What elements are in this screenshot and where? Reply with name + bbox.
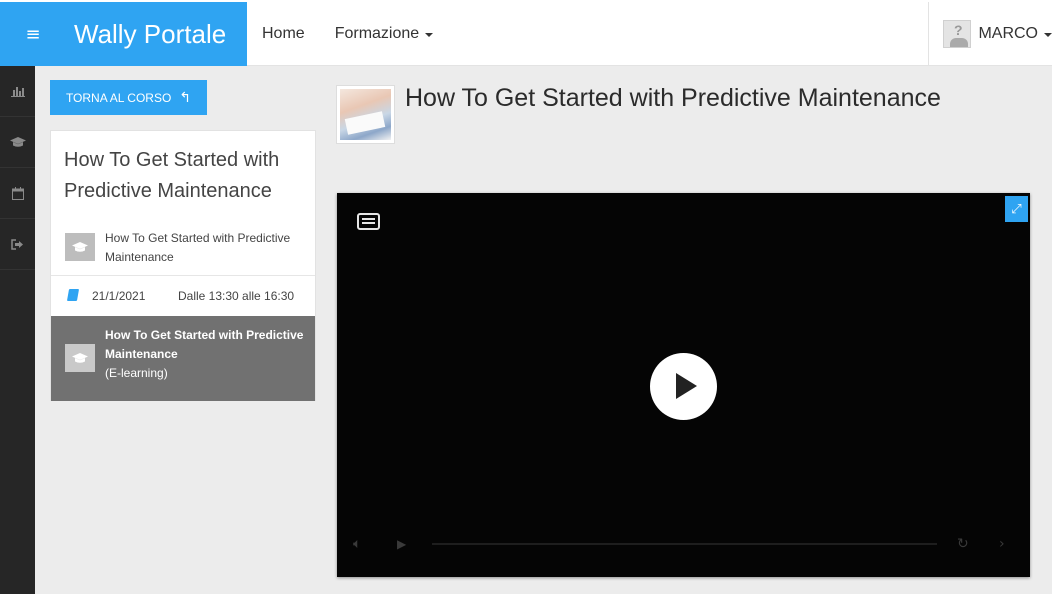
nav-formazione[interactable]: Formazione (320, 25, 448, 43)
active-lesson-text: How To Get Started with Predictive Maint… (105, 326, 305, 383)
sign-out-icon (11, 238, 23, 250)
user-name: MARCO (978, 25, 1038, 42)
video-player[interactable]: ⤢ 🔈︎ ▶ ↻ › (337, 193, 1030, 577)
session-date: 21/1/2021 (92, 289, 146, 303)
reply-arrow-icon: ↰ (179, 89, 192, 106)
video-controls: 🔈︎ ▶ ↻ › (337, 528, 1030, 560)
bar-chart-icon (10, 87, 25, 97)
expand-button[interactable]: ⤢ (1005, 196, 1028, 222)
active-lesson-item[interactable]: How To Get Started with Predictive Maint… (51, 316, 315, 401)
volume-icon[interactable]: 🔈︎ (353, 536, 361, 552)
seek-bar[interactable] (432, 543, 937, 545)
main-nav: Home Formazione (247, 2, 448, 66)
graduation-cap-icon (9, 136, 26, 147)
back-to-course-label: TORNA AL CORSO (65, 90, 172, 105)
graduation-cap-icon (65, 233, 95, 261)
rail-item-stats[interactable] (0, 66, 35, 117)
back-to-course-button[interactable]: TORNA AL CORSO ↰ (50, 80, 207, 115)
graduation-cap-icon (65, 344, 95, 372)
course-card: How To Get Started with Predictive Maint… (50, 130, 316, 401)
course-module-label: How To Get Started with Predictive Maint… (105, 231, 291, 264)
user-menu[interactable]: ? MARCO (928, 2, 1052, 66)
course-title: How To Get Started with Predictive Maint… (64, 149, 280, 202)
active-lesson-title: How To Get Started with Predictive Maint… (105, 328, 304, 361)
replay-icon[interactable]: ↻ (957, 536, 969, 552)
play-small-icon[interactable]: ▶ (397, 537, 406, 551)
captions-icon[interactable] (357, 213, 380, 230)
next-icon[interactable]: › (999, 536, 1005, 552)
brand-title[interactable]: Wally Portale (74, 19, 226, 50)
session-row[interactable]: 21/1/2021 Dalle 13:30 alle 16:30 (51, 276, 315, 316)
course-thumbnail (336, 85, 395, 144)
top-bar: ≡ Wally Portale Home Formazione ? MARCO (0, 0, 1052, 66)
session-time: Dalle 13:30 alle 16:30 (178, 289, 295, 303)
page-title: How To Get Started with Predictive Maint… (405, 84, 941, 112)
book-icon (66, 289, 80, 301)
rail-item-logout[interactable] (0, 219, 35, 270)
nav-formazione-label: Formazione (334, 25, 420, 42)
nav-home[interactable]: Home (247, 25, 320, 43)
calendar-icon (11, 186, 24, 200)
brand-bar: ≡ Wally Portale (0, 2, 247, 66)
course-thumbnail-image (340, 89, 391, 140)
side-rail (0, 66, 35, 594)
avatar: ? (943, 20, 972, 48)
rail-item-calendar[interactable] (0, 168, 35, 219)
hamburger-menu-icon[interactable]: ≡ (0, 24, 66, 45)
caret-down-icon (425, 33, 434, 37)
nav-home-label: Home (262, 25, 305, 42)
course-module-item[interactable]: How To Get Started with Predictive Maint… (51, 223, 315, 276)
rail-item-courses[interactable] (0, 117, 35, 168)
active-lesson-type: (E-learning) (105, 366, 168, 380)
caret-down-icon (1044, 33, 1052, 37)
play-button[interactable] (650, 353, 717, 420)
